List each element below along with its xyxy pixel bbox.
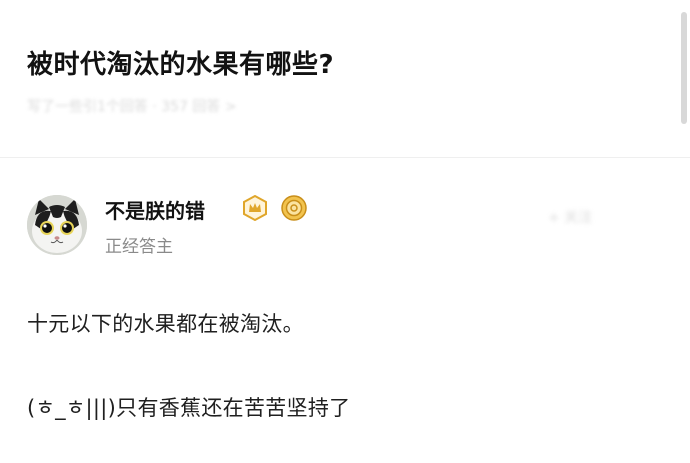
answer-text-line: (ㅎ_ㅎ|||)只有香蕉还在苦苦坚持了 [27, 396, 351, 420]
author-subtitle: 正经答主 [105, 237, 173, 257]
author-avatar[interactable] [27, 195, 87, 255]
author-name[interactable]: 不是朕的错 [105, 195, 205, 224]
answer-page: 被时代淘汰的水果有哪些? 写了一些引1个回答 · 357 回答 > 不是朕的错 … [0, 0, 690, 463]
coin-badge-icon[interactable] [281, 195, 307, 221]
answer-text-line: 十元以下的水果都在被淘汰。 [27, 312, 304, 336]
crown-badge-icon[interactable] [242, 194, 268, 222]
cat-avatar-icon [27, 195, 87, 255]
scrollbar[interactable] [681, 12, 687, 124]
section-divider [0, 157, 690, 158]
question-meta-faded: 写了一些引1个回答 · 357 回答 > [27, 99, 237, 115]
question-title[interactable]: 被时代淘汰的水果有哪些? [27, 44, 334, 81]
follow-button-faded[interactable]: + 关注 [548, 207, 592, 227]
